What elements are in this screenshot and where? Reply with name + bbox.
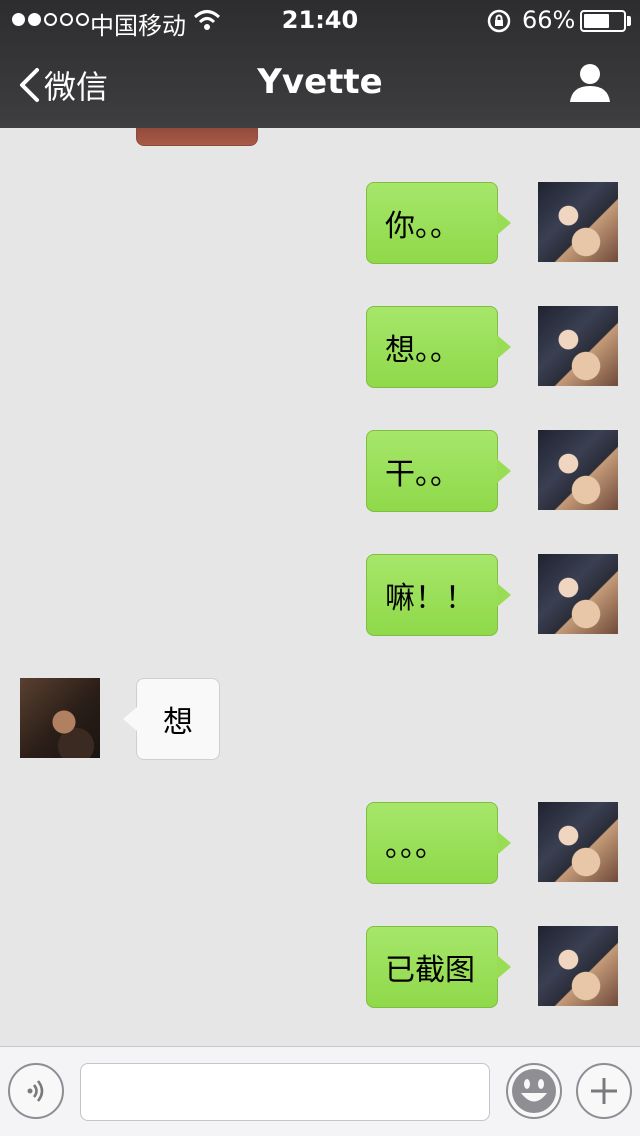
voice-icon: [27, 1080, 44, 1102]
my-avatar[interactable]: [538, 554, 618, 634]
incoming-message-bubble[interactable]: 想: [123, 678, 220, 760]
message-text: 想。。: [385, 333, 460, 368]
more-button[interactable]: [576, 1063, 632, 1119]
outgoing-message-bubble[interactable]: 。。。: [366, 802, 511, 884]
message-text: 你。。: [385, 209, 460, 244]
back-button[interactable]: 微信: [18, 62, 108, 108]
contact-avatar[interactable]: [20, 678, 100, 758]
plus-icon: [591, 1078, 617, 1104]
message-text: 想: [163, 705, 193, 740]
person-icon: [570, 64, 610, 102]
chat-area[interactable]: 你。。 想。。 干。。 嘛！！ 想 。。。 已截图: [0, 128, 640, 1046]
battery-tip: [627, 16, 631, 26]
top-bar: 中国移动 21:40 66% 微信 Yvette: [0, 0, 640, 128]
chevron-left-icon: [20, 68, 39, 102]
input-bar: [0, 1046, 640, 1136]
status-bar: 中国移动 21:40 66%: [0, 0, 640, 40]
message-text: 已截图: [385, 953, 475, 988]
my-avatar[interactable]: [538, 306, 618, 386]
outgoing-message-bubble[interactable]: 嘛！！: [366, 554, 511, 636]
battery-icon: [580, 10, 626, 32]
message-text: 嘛！！: [385, 581, 475, 616]
profile-button[interactable]: [568, 62, 612, 108]
message-input[interactable]: [80, 1063, 490, 1121]
voice-button[interactable]: [8, 1063, 64, 1119]
emoji-button[interactable]: [506, 1063, 562, 1119]
battery-percent: 66%: [522, 6, 576, 34]
image-message-partial[interactable]: [136, 128, 258, 146]
rotation-lock-icon: [487, 9, 511, 33]
back-label: 微信: [44, 68, 109, 106]
message-text: 干。。: [385, 457, 460, 492]
my-avatar[interactable]: [538, 802, 618, 882]
outgoing-message-bubble[interactable]: 你。。: [366, 182, 511, 264]
battery-fill: [584, 14, 609, 28]
my-avatar[interactable]: [538, 430, 618, 510]
outgoing-message-bubble[interactable]: 干。。: [366, 430, 511, 512]
outgoing-message-bubble[interactable]: 已截图: [366, 926, 511, 1008]
my-avatar[interactable]: [538, 926, 618, 1006]
emoji-icon: [512, 1069, 556, 1113]
message-text: 。。。: [385, 829, 445, 864]
outgoing-message-bubble[interactable]: 想。。: [366, 306, 511, 388]
my-avatar[interactable]: [538, 182, 618, 262]
